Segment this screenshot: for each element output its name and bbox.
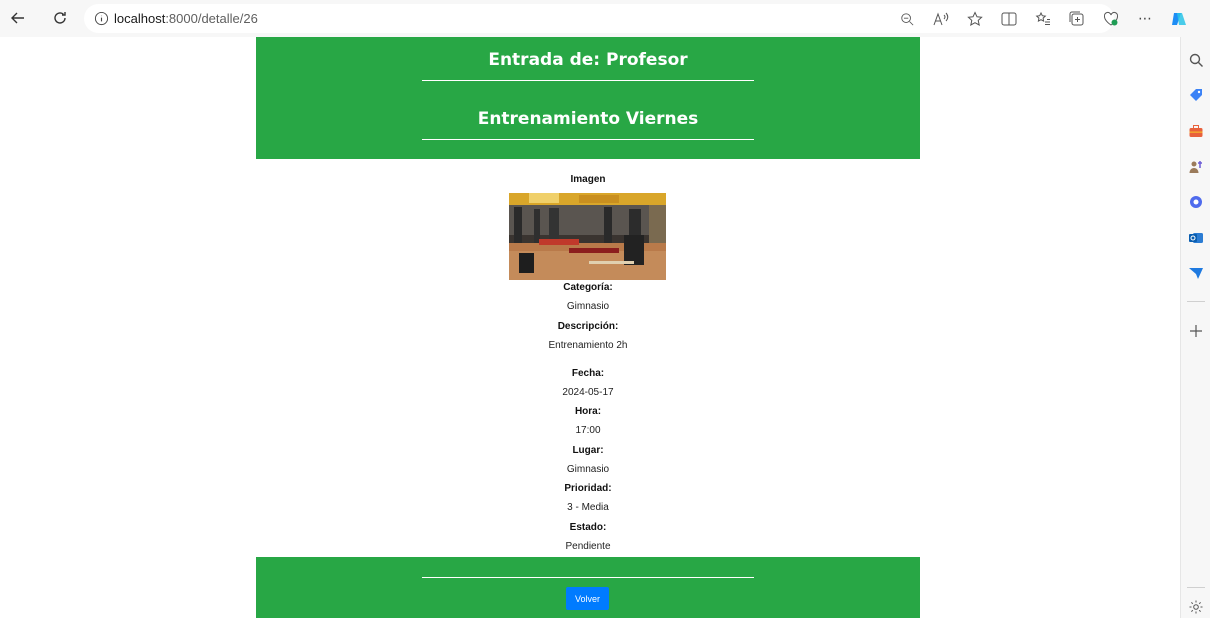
page-footer: Volver <box>256 557 920 618</box>
zoom-out-icon[interactable] <box>890 5 924 33</box>
field-value-place: Gimnasio <box>566 464 610 475</box>
settings-gear-icon[interactable] <box>1188 599 1204 615</box>
office-icon[interactable] <box>1188 194 1204 210</box>
refresh-icon[interactable] <box>46 4 74 32</box>
collections-icon[interactable] <box>1060 5 1094 33</box>
browser-sidebar <box>1180 37 1210 618</box>
sidebar-divider-bottom <box>1187 587 1205 588</box>
read-aloud-icon[interactable] <box>924 5 958 33</box>
field-label-place: Lugar: <box>572 445 604 456</box>
footer-divider <box>422 577 754 578</box>
field-value-status: Pendiente <box>565 541 611 552</box>
sidebar-divider <box>1187 301 1205 302</box>
favorite-star-icon[interactable] <box>958 5 992 33</box>
shopping-tag-icon[interactable] <box>1188 87 1204 103</box>
browser-essentials-icon[interactable] <box>1094 5 1128 33</box>
outlook-icon[interactable] <box>1188 230 1204 246</box>
field-value-description: Entrenamiento 2h <box>548 340 628 351</box>
url-text[interactable]: localhost:8000/detalle/26 <box>114 11 258 26</box>
page-title: Entrada de: Profesor <box>488 50 688 70</box>
more-options-icon[interactable]: ⋯ <box>1128 5 1162 33</box>
url-host: localhost <box>114 11 166 26</box>
entry-image <box>509 193 666 280</box>
back-arrow-icon[interactable] <box>4 4 32 32</box>
entry-title: Entrenamiento Viernes <box>477 109 699 129</box>
field-label-priority: Prioridad: <box>564 483 612 494</box>
url-path: :8000/detalle/26 <box>165 11 258 26</box>
back-button[interactable]: Volver <box>566 587 609 610</box>
info-icon[interactable] <box>94 11 109 30</box>
add-icon[interactable] <box>1188 323 1204 339</box>
people-icon[interactable] <box>1188 159 1204 175</box>
split-screen-icon[interactable] <box>992 5 1026 33</box>
favorites-list-icon[interactable] <box>1026 5 1060 33</box>
field-value-category: Gimnasio <box>566 301 610 312</box>
copilot-icon[interactable] <box>1162 5 1196 33</box>
field-value-priority: 3 - Media <box>567 502 609 513</box>
field-label-date: Fecha: <box>571 368 605 379</box>
page-viewport: Entrada de: Profesor Entrenamiento Viern… <box>0 37 1180 618</box>
tools-briefcase-icon[interactable] <box>1188 123 1204 139</box>
field-label-description: Descripción: <box>557 321 619 332</box>
browser-toolbar: localhost:8000/detalle/26 ⋯ <box>0 0 1210 37</box>
field-value-time: 17:00 <box>575 425 601 436</box>
search-icon[interactable] <box>1188 52 1204 68</box>
page-header: Entrada de: Profesor Entrenamiento Viern… <box>256 37 920 159</box>
field-value-date: 2024-05-17 <box>562 387 614 398</box>
field-label-time: Hora: <box>574 406 602 417</box>
send-icon[interactable] <box>1188 265 1204 281</box>
field-label-status: Estado: <box>569 522 607 533</box>
header-divider-1 <box>422 80 754 81</box>
header-divider-2 <box>422 139 754 140</box>
image-label: Imagen <box>570 174 606 185</box>
field-label-category: Categoría: <box>563 282 613 293</box>
